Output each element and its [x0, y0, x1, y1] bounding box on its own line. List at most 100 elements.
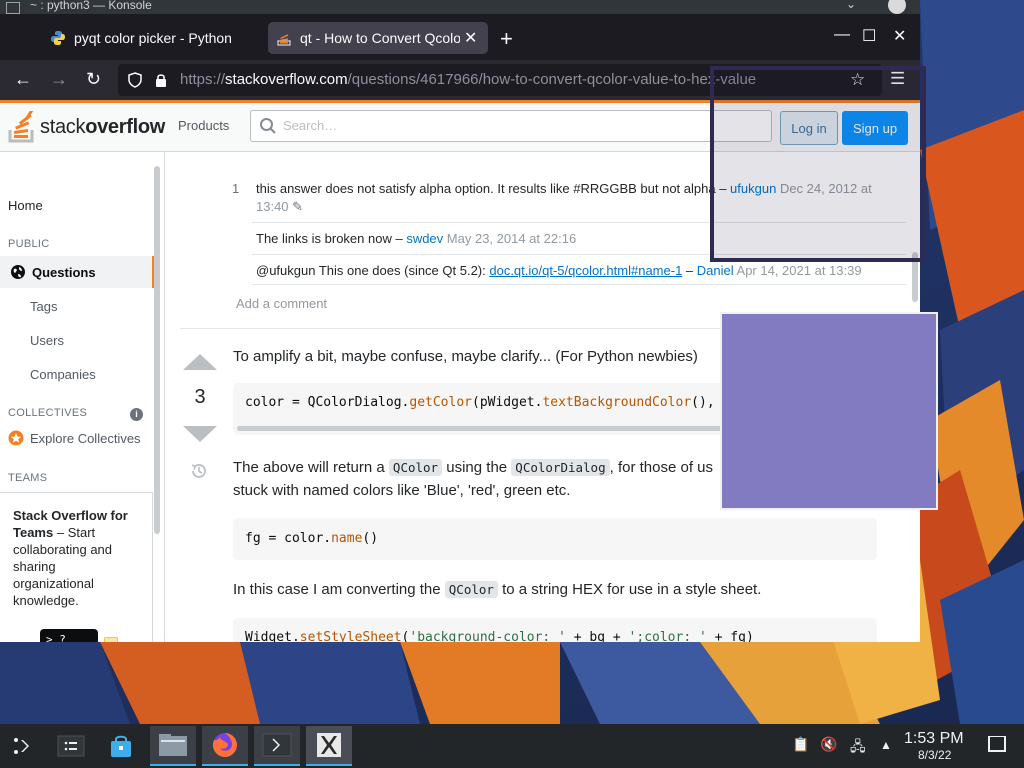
inline-code: QColor — [388, 459, 443, 476]
edit-pencil-icon[interactable]: ✎ — [292, 199, 303, 214]
code-token-string: ';color: ' — [628, 630, 707, 642]
volume-muted-icon[interactable]: 🔇 — [820, 736, 837, 753]
comment-date[interactable]: May 23, 2014 at 22:16 — [447, 231, 576, 246]
tab-qt-convert-qcolor[interactable]: qt - How to Convert Qcolor Value to Hex … — [268, 22, 488, 54]
url-host: stackoverflow.com — [225, 71, 348, 88]
sidebar-section-public: PUBLIC — [8, 238, 50, 250]
sidebar-item-label: Explore Collectives — [30, 430, 141, 446]
inline-code: QColor — [444, 581, 498, 598]
collectives-star-icon — [8, 430, 24, 446]
upvote-arrow-icon[interactable] — [183, 354, 217, 370]
tab-close-icon[interactable]: ✕ — [464, 28, 477, 48]
comment-text: this answer does not satisfy alpha optio… — [256, 181, 716, 196]
sidebar-item-home[interactable]: Home — [8, 198, 43, 213]
comment-score: 1 — [232, 181, 240, 196]
info-icon[interactable]: i — [130, 408, 143, 421]
window-close-button[interactable]: ✕ — [893, 26, 906, 46]
answer-text: In this case I am converting the — [233, 581, 445, 598]
answer-text: The above will return a — [233, 459, 389, 476]
history-icon[interactable] — [190, 462, 208, 480]
sidebar-item-users[interactable]: Users — [30, 333, 64, 348]
search-icon — [260, 118, 276, 134]
search-input[interactable]: Search… — [250, 110, 772, 142]
forward-arrow-icon[interactable]: → — [50, 69, 68, 90]
sidebar-item-tags[interactable]: Tags — [30, 299, 57, 314]
answer-text: , for those of us — [609, 459, 713, 476]
tracking-shield-icon[interactable] — [128, 72, 142, 88]
left-sidebar: Home PUBLIC Questions Tags Users Compani… — [0, 152, 165, 642]
teams-terminal-illustration: >_? — [40, 629, 98, 642]
sidebar-item-label: Questions — [32, 264, 96, 280]
code-token: Widget. — [245, 630, 300, 642]
show-desktop-icon[interactable] — [988, 736, 1006, 752]
code-block-name: fg = color.name() — [233, 518, 877, 560]
comment-separator: – — [391, 231, 407, 246]
comment-body: @ufukgun This one does (since Qt 5.2): d… — [256, 262, 886, 280]
sidebar-section-teams: TEAMS — [8, 472, 48, 484]
window-maximize-button[interactable]: ☐ — [862, 26, 876, 46]
taskbar: 📋 🔇 🖧 ▲ 1:53 PM 8/3/22 — [0, 724, 1024, 768]
software-store-icon — [111, 735, 131, 757]
comment-separator: – — [682, 263, 697, 278]
reload-icon[interactable]: ↻ — [86, 69, 101, 90]
back-arrow-icon[interactable]: ← — [14, 69, 32, 90]
sidebar-item-questions[interactable]: Questions — [0, 256, 155, 288]
color-picker-selection-frame[interactable] — [710, 66, 926, 262]
konsole-close-icon[interactable] — [888, 0, 906, 14]
file-manager-task[interactable] — [150, 726, 196, 766]
tab-label: pyqt color picker - Python Tutorial — [74, 30, 234, 46]
discover-button[interactable] — [98, 726, 144, 766]
answer-text: using the — [442, 459, 512, 476]
sidebar-item-explore-collectives[interactable]: Explore Collectives — [8, 430, 141, 446]
code-token-function: setStyleSheet — [299, 630, 402, 642]
products-link[interactable]: Products — [178, 118, 229, 133]
konsole-title: ~ : python3 — Konsole — [30, 0, 152, 12]
comment-divider — [252, 284, 906, 285]
konsole-titlebar[interactable]: ~ : python3 — Konsole ⌄ — [0, 0, 920, 14]
new-tab-button[interactable]: + — [500, 26, 513, 52]
code-token-function: textBackgroundColor — [542, 395, 692, 410]
comment-user-link[interactable]: swdev — [406, 231, 443, 246]
add-comment-link[interactable]: Add a comment — [236, 296, 327, 311]
folder-icon — [159, 734, 187, 756]
x-window-icon — [317, 733, 341, 757]
lock-icon[interactable] — [154, 72, 168, 88]
firefox-icon — [212, 733, 237, 757]
app-launcher-icon — [14, 738, 29, 754]
search-placeholder: Search… — [283, 118, 338, 133]
so-logo[interactable]: stackoverflow — [8, 111, 165, 143]
teams-promo-text: Stack Overflow for Teams – Start collabo… — [13, 507, 137, 609]
window-minimize-button[interactable]: — — [834, 26, 850, 44]
answer-text: stuck with named colors like 'Blue', 're… — [233, 482, 571, 499]
teams-promo: Stack Overflow for Teams – Start collabo… — [0, 492, 153, 642]
app-launcher-button[interactable] — [0, 726, 46, 766]
pager-button[interactable] — [48, 726, 94, 766]
code-token-string: 'background-color: ' — [409, 630, 566, 642]
downvote-arrow-icon[interactable] — [183, 426, 217, 442]
inline-code: QColorDialog — [511, 459, 610, 476]
x-app-task[interactable] — [306, 726, 352, 766]
konsole-task[interactable] — [254, 726, 300, 766]
code-token: () — [362, 531, 379, 546]
answer-paragraph-hex: In this case I am converting the QColor … — [233, 578, 893, 601]
konsole-minimize-icon[interactable]: ⌄ — [846, 0, 856, 11]
sidebar-scrollbar[interactable] — [154, 166, 160, 534]
comment-user-link[interactable]: Daniel — [697, 263, 734, 278]
firefox-task[interactable] — [202, 726, 248, 766]
code-token-function: name — [331, 531, 363, 546]
comment-date[interactable]: Apr 14, 2021 at 13:39 — [737, 263, 862, 278]
url-scheme: https:// — [180, 71, 226, 88]
code-block-stylesheet: Widget.setStyleSheet('background-color: … — [233, 618, 877, 642]
python-icon — [51, 31, 65, 45]
comment-text: @ufukgun This one does (since Qt 5.2): — [256, 263, 490, 278]
clock-time[interactable]: 1:53 PM — [904, 730, 964, 748]
sidebar-item-companies[interactable]: Companies — [30, 367, 96, 382]
comment-doc-link[interactable]: doc.qt.io/qt-5/qcolor.html#name-1 — [489, 263, 682, 278]
tab-pyqt-color-picker[interactable]: pyqt color picker - Python Tutorial — [42, 22, 264, 54]
url-text[interactable]: https://stackoverflow.com/questions/4617… — [180, 71, 756, 88]
tray-expand-icon[interactable]: ▲ — [880, 738, 892, 752]
network-icon[interactable]: 🖧 — [850, 736, 866, 760]
clipboard-icon[interactable]: 📋 — [792, 736, 809, 753]
code-token: (pWidget. — [472, 395, 543, 410]
clock-date[interactable]: 8/3/22 — [918, 748, 951, 762]
